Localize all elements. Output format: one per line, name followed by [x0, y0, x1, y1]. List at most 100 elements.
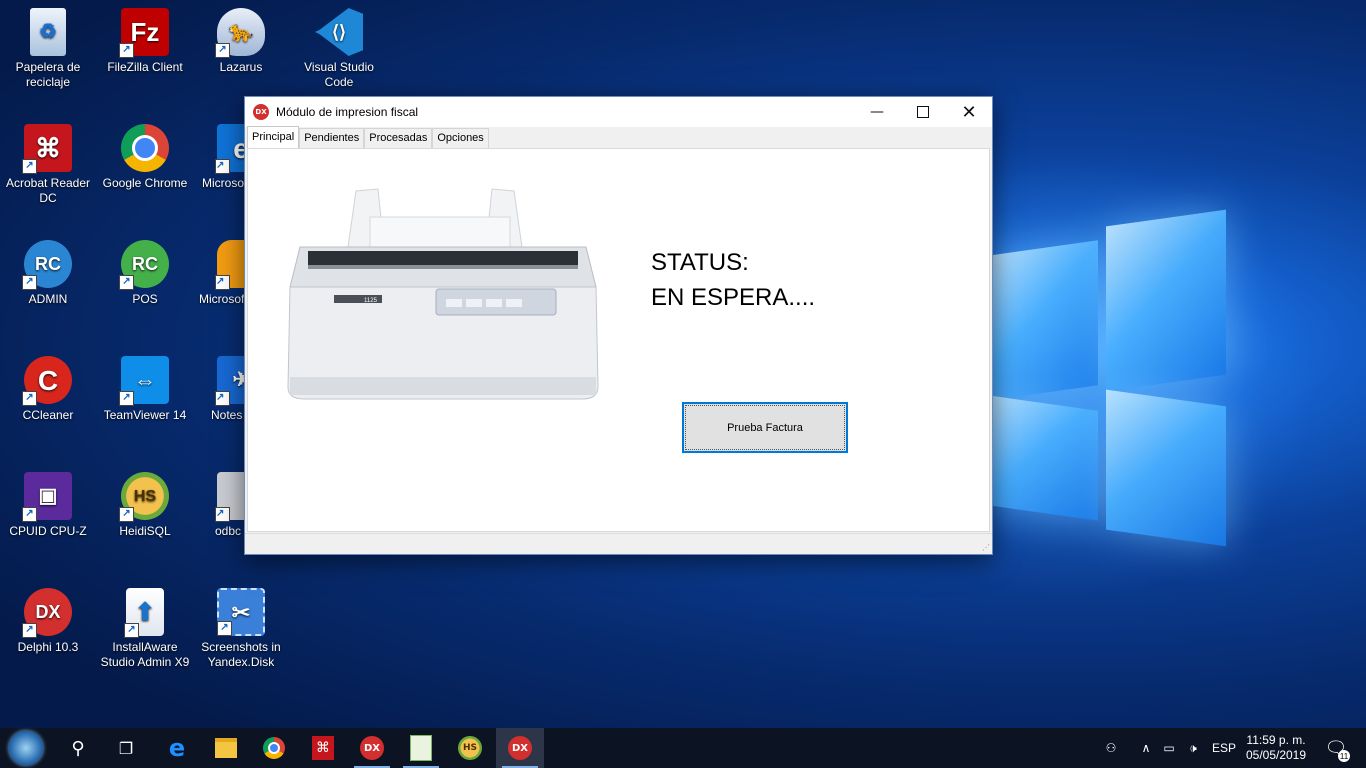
clock-date: 05/05/2019: [1245, 748, 1307, 762]
desktop-icon-cpuz[interactable]: ▣ ↗ CPUID CPU-Z: [0, 472, 96, 539]
shortcut-arrow-icon: ↗: [119, 507, 134, 522]
minimize-icon: —: [870, 104, 884, 120]
delphi-app-icon: DX: [508, 736, 532, 760]
status-label: STATUS:: [651, 249, 749, 276]
close-icon: ✕: [961, 101, 977, 123]
shortcut-arrow-icon: ↗: [315, 43, 328, 56]
chevron-up-icon: ∧: [1141, 741, 1151, 755]
cpuz-icon: ▣ ↗: [22, 472, 72, 522]
desktop-icon-pos[interactable]: RC ↗ POS: [97, 240, 193, 307]
network-button[interactable]: ▭: [1159, 728, 1179, 768]
desktop-icon-notes[interactable]: ✈↗ Notes Yandex: [193, 356, 245, 423]
search-icon: ⚲: [71, 737, 85, 759]
resize-grip-icon[interactable]: ⋰: [982, 543, 990, 552]
desktop-icon-foxpro[interactable]: ↗ Microsoft FoxPro: [193, 240, 245, 307]
window-statusbar: ⋰: [245, 533, 992, 554]
taskbar-file-explorer[interactable]: [202, 728, 250, 768]
volume-icon: 🕩: [1189, 740, 1197, 755]
task-view-button[interactable]: ❐: [102, 728, 150, 768]
show-hidden-icons-button[interactable]: ∧: [1137, 728, 1155, 768]
people-button[interactable]: ⚇: [1100, 728, 1122, 768]
desktop-icon-ccleaner[interactable]: C ↗ CCleaner: [0, 356, 96, 423]
desktop-icon-chrome[interactable]: Google Chrome: [97, 124, 193, 191]
desktop-icon-teamviewer[interactable]: ⇔ ↗ TeamViewer 14: [97, 356, 193, 423]
shortcut-arrow-icon: ↗: [22, 391, 37, 406]
taskbar-edge[interactable]: e: [153, 728, 201, 768]
people-icon: ⚇: [1105, 741, 1117, 755]
tab-procesadas[interactable]: Procesadas: [364, 128, 433, 148]
close-button[interactable]: ✕: [946, 97, 992, 127]
delphi-app-icon: DX: [253, 104, 269, 120]
shortcut-arrow-icon: ↗: [215, 159, 230, 174]
tab-pendientes[interactable]: Pendientes: [299, 128, 365, 148]
acrobat-icon: ⌘: [312, 736, 334, 760]
desktop-icon-recycle-bin[interactable]: ♻ Papelera de reciclaje: [0, 8, 96, 90]
chrome-icon: [263, 737, 285, 759]
taskbar-delphi[interactable]: DX: [348, 728, 396, 768]
teamviewer-icon: ⇔ ↗: [119, 356, 169, 406]
shortcut-arrow-icon: ↗: [124, 623, 139, 638]
language-indicator[interactable]: ESP: [1208, 728, 1240, 768]
shortcut-arrow-icon: ↗: [215, 391, 230, 406]
desktop-icon-delphi[interactable]: DX ↗ Delphi 10.3: [0, 588, 96, 655]
taskbar: ⚲ ❐ e ⌘ DX HS DX ⚇ ∧ ▭ 🕩 ESP 11:59 p. m.…: [0, 728, 1366, 768]
search-button[interactable]: ⚲: [54, 728, 102, 768]
window-title: Módulo de impresion fiscal: [276, 105, 419, 119]
test-invoice-button[interactable]: Prueba Factura: [682, 402, 848, 453]
desktop-icon-filezilla[interactable]: Fz ↗ FileZilla Client: [97, 8, 193, 75]
tab-principal[interactable]: Principal: [247, 126, 300, 149]
desktop-icon-edge[interactable]: e↗ Microsoft Edge: [193, 124, 245, 191]
start-icon: [9, 731, 43, 765]
installaware-icon: ⬆ ↗: [124, 588, 164, 638]
shortcut-arrow-icon: ↗: [119, 43, 134, 58]
desktop-icon-admin[interactable]: RC ↗ ADMIN: [0, 240, 96, 307]
maximize-icon: [917, 106, 929, 118]
tab-opciones[interactable]: Opciones: [432, 128, 489, 148]
desktop-icon-heidisql[interactable]: HS ↗ HeidiSQL: [97, 472, 193, 539]
edge-icon: e ↗: [215, 124, 245, 174]
taskbar-chrome[interactable]: [250, 728, 298, 768]
tab-page-principal: 1125 STATUS: EN ESPERA.... Prueba Factur…: [247, 148, 990, 532]
shortcut-arrow-icon: ↗: [119, 391, 134, 406]
minimize-button[interactable]: —: [854, 97, 900, 127]
start-button[interactable]: [2, 728, 50, 768]
notepadpp-icon: [410, 735, 432, 761]
shortcut-arrow-icon: ↗: [217, 621, 232, 636]
delphi-icon: DX: [360, 736, 384, 760]
taskbar-acrobat[interactable]: ⌘: [299, 728, 347, 768]
yandex-notes-icon: ✈ ↗: [215, 356, 245, 406]
desktop-icon-acrobat[interactable]: ⌘ ↗ Acrobat Reader DC: [0, 124, 96, 206]
shortcut-arrow-icon: ↗: [215, 43, 230, 58]
action-center-button[interactable]: 🗨 11: [1318, 728, 1354, 768]
screenshots-icon: ✂ ↗: [217, 588, 265, 636]
heidisql-icon: HS: [458, 736, 482, 760]
shortcut-arrow-icon: ↗: [22, 159, 37, 174]
maximize-button[interactable]: [900, 97, 946, 127]
taskbar-notepadpp[interactable]: [397, 728, 445, 768]
foxpro-icon: ↗: [215, 240, 245, 290]
desktop-icon-lazarus[interactable]: 🐆 ↗ Lazarus: [193, 8, 289, 75]
shortcut-arrow-icon: ↗: [22, 275, 37, 290]
printer-image: 1125: [287, 188, 599, 400]
tab-strip: Principal Pendientes Procesadas Opciones: [247, 126, 489, 149]
printer-model-label: 1125: [364, 298, 378, 304]
desktop-icon-vscode[interactable]: ⟨⟩ ↗ Visual Studio Code: [291, 8, 387, 90]
filezilla-icon: Fz ↗: [119, 8, 169, 58]
desktop-icon-installaware[interactable]: ⬆ ↗ InstallAware Studio Admin X9: [97, 588, 193, 670]
shortcut-arrow-icon: ↗: [22, 507, 37, 522]
window-titlebar[interactable]: DX Módulo de impresion fiscal — ✕: [245, 97, 992, 127]
task-view-icon: ❐: [118, 738, 134, 758]
clock[interactable]: 11:59 p. m. 05/05/2019: [1242, 728, 1310, 768]
lazarus-icon: 🐆 ↗: [215, 8, 265, 58]
shortcut-arrow-icon: ↗: [22, 623, 37, 638]
odbc-icon: ↗: [215, 472, 245, 522]
desktop-icon-screenshots[interactable]: ✂ ↗ Screenshots in Yandex.Disk: [193, 588, 289, 670]
desktop-icon-odbc[interactable]: ↗ odbc: [193, 472, 245, 539]
taskbar-fiscal-app[interactable]: DX: [496, 728, 544, 768]
volume-button[interactable]: 🕩: [1183, 728, 1203, 768]
network-icon: ▭: [1163, 741, 1175, 755]
taskbar-heidisql[interactable]: HS: [446, 728, 494, 768]
windows-logo-wallpaper: [988, 178, 1228, 548]
edge-icon: e: [168, 734, 186, 762]
status-value: EN ESPERA....: [651, 284, 816, 311]
